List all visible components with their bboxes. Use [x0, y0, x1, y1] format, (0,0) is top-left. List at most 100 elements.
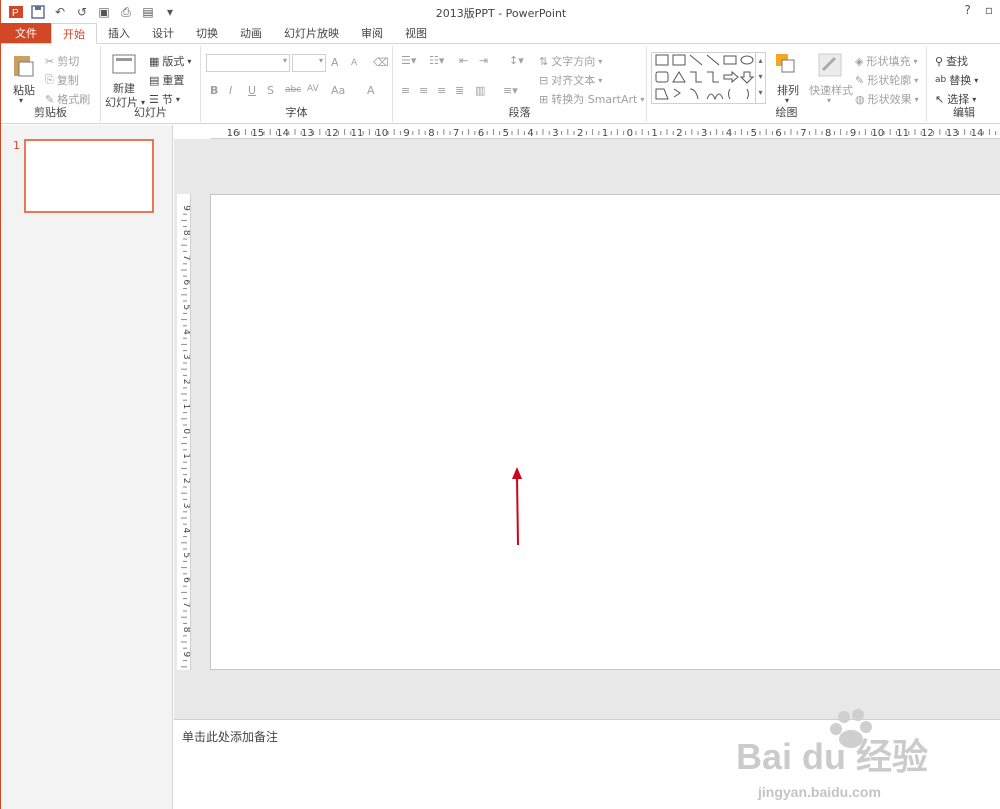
tab-review[interactable]: 审阅 — [350, 23, 394, 43]
align-center-icon[interactable]: ≡ — [419, 84, 428, 97]
quick-styles-icon[interactable] — [817, 52, 843, 78]
ruler-v-label: 4 — [181, 528, 191, 534]
paragraph-group-label: 段落 — [508, 106, 531, 119]
font-group: ▾ ▾ A A ⌫ B I U S abc AV Aa A 字体 — [201, 46, 393, 122]
distributed-icon[interactable]: ≡▾ — [503, 84, 518, 97]
window-title: 2013版PPT - PowerPoint — [435, 7, 567, 20]
columns-icon[interactable]: ▥ — [475, 84, 485, 97]
italic-button[interactable]: I — [229, 84, 232, 97]
ribbon-display-options-icon[interactable]: ▫ — [985, 3, 993, 17]
drawing-group-label: 绘图 — [775, 106, 798, 119]
reset-button[interactable]: ▤ 重置 — [149, 72, 184, 88]
ruler-h-label: 8 — [428, 128, 434, 139]
ruler-h-label: 1 — [651, 128, 657, 139]
ruler-h-label: 14 — [971, 128, 984, 139]
tab-slideshow[interactable]: 幻灯片放映 — [273, 23, 350, 43]
font-family-select[interactable]: ▾ — [206, 54, 290, 72]
text-direction-button[interactable]: ⇅ 文字方向 ▾ — [539, 53, 602, 69]
ruler-h-label: 7 — [453, 128, 459, 139]
chevron-down-icon: ▾ — [640, 94, 645, 104]
ruler-v-label: 4 — [181, 329, 191, 335]
ruler-h-label: 4 — [527, 128, 533, 139]
tab-view[interactable]: 视图 — [394, 23, 438, 43]
chevron-down-icon: ▾ — [318, 56, 323, 65]
ruler-v-label: 5 — [181, 304, 191, 310]
character-spacing-button[interactable]: AV — [307, 84, 319, 94]
cut-button[interactable]: ✂ 剪切 — [45, 53, 79, 69]
ruler-h-label: 7 — [800, 128, 806, 139]
change-case-button[interactable]: Aa — [331, 84, 345, 97]
ribbon: 粘贴 ▾ ✂ 剪切 ⎘ 复制 ✎ 格式刷 剪贴板 新建 幻灯片 ▾ ▦ 版式 ▾ ▤ 重置 ☰… — [1, 44, 1000, 124]
ruler-h-label: 4 — [726, 128, 732, 139]
tab-insert[interactable]: 插入 — [97, 23, 141, 43]
replace-label: 替换 — [949, 74, 972, 87]
grow-font-button[interactable]: A — [331, 56, 339, 69]
red-arrow — [512, 467, 522, 546]
text-direction-icon: ⇅ — [539, 54, 549, 68]
pencil-icon: ✎ — [855, 73, 865, 87]
slide-canvas[interactable] — [210, 194, 1000, 670]
tab-transitions[interactable]: 切换 — [185, 23, 229, 43]
align-right-icon[interactable]: ≡ — [437, 84, 446, 97]
ruler-v-label: 1 — [181, 453, 191, 459]
ruler-h-label: 10 — [375, 128, 388, 139]
ruler-v-label: 1 — [181, 404, 191, 410]
shrink-font-button[interactable]: A — [351, 58, 357, 68]
tab-home[interactable]: 开始 — [51, 23, 97, 44]
paste-icon[interactable] — [11, 52, 37, 78]
powerpoint-window: P ↶ ↺ ▣ ⎙ ▤ ▾ 2013版PPT - PowerPoint ? ▫ … — [0, 0, 1000, 809]
line-spacing-icon[interactable]: ↕▾ — [509, 54, 524, 67]
ruler-h-label: 14 — [276, 128, 289, 139]
tab-design[interactable]: 设计 — [141, 23, 185, 43]
ruler-v-label: 0 — [181, 428, 191, 434]
tab-animations[interactable]: 动画 — [229, 23, 273, 43]
ruler-v-label: 8 — [181, 627, 191, 633]
shape-fill-button[interactable]: ◈ 形状填充 ▾ — [855, 53, 917, 69]
tab-file[interactable]: 文件 — [1, 23, 51, 43]
layout-button[interactable]: ▦ 版式 ▾ — [149, 53, 191, 69]
editing-group: ⚲ 查找 ab 替换 ▾ ↖ 选择 ▾ 编辑 — [927, 46, 1000, 122]
numbering-icon[interactable]: ☷▾ — [429, 54, 444, 67]
shapes-gallery[interactable] — [651, 52, 765, 104]
justify-icon[interactable]: ≣ — [455, 84, 464, 97]
ruler-h-label: 5 — [751, 128, 757, 139]
font-color-button[interactable]: A — [367, 84, 375, 97]
arrange-icon[interactable] — [773, 52, 799, 78]
slide-thumbnail[interactable] — [24, 139, 154, 213]
copy-icon: ⎘ — [45, 73, 54, 86]
align-text-label: 对齐文本 — [551, 74, 596, 87]
find-button[interactable]: ⚲ 查找 — [935, 53, 968, 69]
ruler-h-label: 13 — [301, 128, 314, 139]
slides-group: 新建 幻灯片 ▾ ▦ 版式 ▾ ▤ 重置 ☰ 节 ▾ 幻灯片 — [101, 46, 201, 122]
bold-button[interactable]: B — [210, 84, 218, 97]
clear-format-icon[interactable]: ⌫ — [373, 56, 389, 69]
cut-label: 剪切 — [57, 55, 80, 68]
increase-indent-icon[interactable]: ⇥ — [479, 54, 488, 67]
underline-button[interactable]: U — [248, 84, 256, 97]
strikethrough-button[interactable]: abc — [285, 85, 301, 95]
chevron-down-icon: ▾ — [914, 75, 919, 85]
ruler-v-label: 2 — [181, 379, 191, 385]
align-text-button[interactable]: ⊟ 对齐文本 ▾ — [539, 72, 602, 88]
help-button[interactable]: ? — [964, 3, 970, 17]
new-slide-icon[interactable] — [111, 52, 137, 78]
chevron-down-icon: ▾ — [187, 56, 192, 66]
shadow-button[interactable]: S — [267, 84, 274, 97]
shape-outline-button[interactable]: ✎ 形状轮廓 ▾ — [855, 72, 918, 88]
align-left-icon[interactable]: ≡ — [401, 84, 410, 97]
font-size-select[interactable]: ▾ — [292, 54, 326, 72]
replace-icon: ab — [935, 75, 947, 85]
replace-button[interactable]: ab 替换 ▾ — [935, 72, 978, 88]
paste-button[interactable]: 粘贴 — [13, 82, 35, 98]
find-label: 查找 — [946, 55, 969, 68]
decrease-indent-icon[interactable]: ⇤ — [459, 54, 468, 67]
copy-button[interactable]: ⎘ 复制 — [45, 72, 79, 88]
bullets-icon[interactable]: ☰▾ — [401, 54, 416, 67]
paint-bucket-icon: ◈ — [855, 54, 864, 68]
chevron-down-icon: ▾ — [598, 56, 603, 66]
ruler-h-label: 3 — [701, 128, 707, 139]
ruler-h-label: 16 — [227, 128, 240, 139]
ruler-v-label: 7 — [181, 255, 191, 261]
ruler-h-label: 12 — [326, 128, 339, 139]
shapes-scroll[interactable]: ▴ ▾ ▾ — [755, 52, 766, 104]
